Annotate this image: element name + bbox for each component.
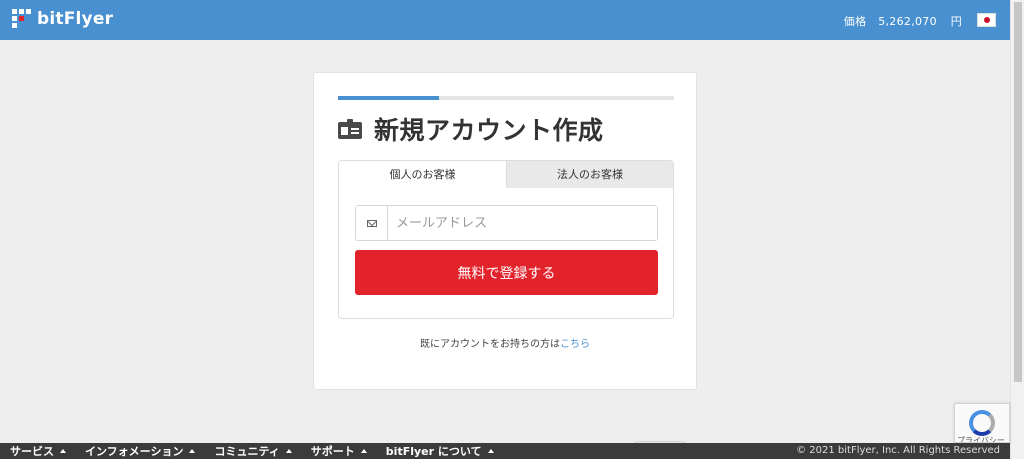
caret-up-icon <box>60 449 66 453</box>
footer-nav-community[interactable]: コミュニティ <box>214 443 292 459</box>
vertical-scrollbar[interactable] <box>1010 0 1024 459</box>
tab-corporate[interactable]: 法人のお客様 <box>506 161 673 188</box>
signup-title-row: 新規アカウント作成 <box>338 111 604 147</box>
id-card-icon <box>338 119 362 139</box>
email-field-group <box>355 205 658 241</box>
price-label: 価格 <box>843 15 867 28</box>
signup-card: 新規アカウント作成 個人のお客様 法人のお客様 無料で登録する 既にアカウントを… <box>313 72 697 390</box>
bitflyer-logo-icon <box>12 9 32 29</box>
caret-up-icon <box>189 449 196 453</box>
footer-nav-label: bitFlyer について <box>385 445 482 458</box>
price-value: 5,262,070 <box>878 15 937 28</box>
footer-bar: サービス インフォメーション コミュニティ サポート bitFlyer について… <box>0 443 1010 459</box>
email-input[interactable] <box>388 206 657 240</box>
top-header: bitFlyer 価格 5,262,070 円 <box>0 0 1010 40</box>
footer-nav-about[interactable]: bitFlyer について <box>386 443 494 459</box>
register-free-button[interactable]: 無料で登録する <box>355 250 658 295</box>
caret-up-icon <box>487 449 494 453</box>
footer-nav-support[interactable]: サポート <box>311 443 367 459</box>
account-type-tabs: 個人のお客様 法人のお客様 <box>339 161 673 188</box>
page-title: 新規アカウント作成 <box>374 116 604 145</box>
caret-up-icon <box>285 449 292 453</box>
login-prompt-text: 既にアカウントをお持ちの方は <box>420 339 560 350</box>
price-ticker: 価格 5,262,070 円 <box>844 13 962 29</box>
footer-nav-label: インフォメーション <box>85 445 184 458</box>
footer-nav-label: サービス <box>10 445 54 458</box>
progress-fill <box>338 96 439 100</box>
envelope-icon <box>356 206 388 240</box>
signup-progress-bar <box>338 96 674 100</box>
price-unit: 円 <box>950 15 962 28</box>
footer-nav-label: サポート <box>310 445 355 458</box>
brand-name: bitFlyer <box>37 9 114 29</box>
login-link[interactable]: こちら <box>560 339 590 350</box>
recaptcha-badge[interactable]: プライバシー <box>954 403 1010 443</box>
tab-individual[interactable]: 個人のお客様 <box>339 161 506 188</box>
account-type-panel: 個人のお客様 法人のお客様 無料で登録する <box>338 160 674 319</box>
recaptcha-icon <box>969 410 995 436</box>
japan-flag-icon[interactable] <box>977 13 996 27</box>
brand-logo[interactable]: bitFlyer <box>12 9 113 29</box>
caret-up-icon <box>360 449 367 453</box>
footer-nav-information[interactable]: インフォメーション <box>85 443 196 459</box>
scrollbar-thumb[interactable] <box>1014 2 1022 382</box>
footer-nav-services[interactable]: サービス <box>10 443 66 459</box>
login-prompt: 既にアカウントをお持ちの方はこちら <box>314 335 696 350</box>
footer-nav-label: コミュニティ <box>214 445 280 458</box>
recaptcha-privacy-text[interactable]: プライバシー <box>957 435 1005 442</box>
copyright-text: © 2021 bitFlyer, Inc. All Rights Reserve… <box>796 445 1000 456</box>
